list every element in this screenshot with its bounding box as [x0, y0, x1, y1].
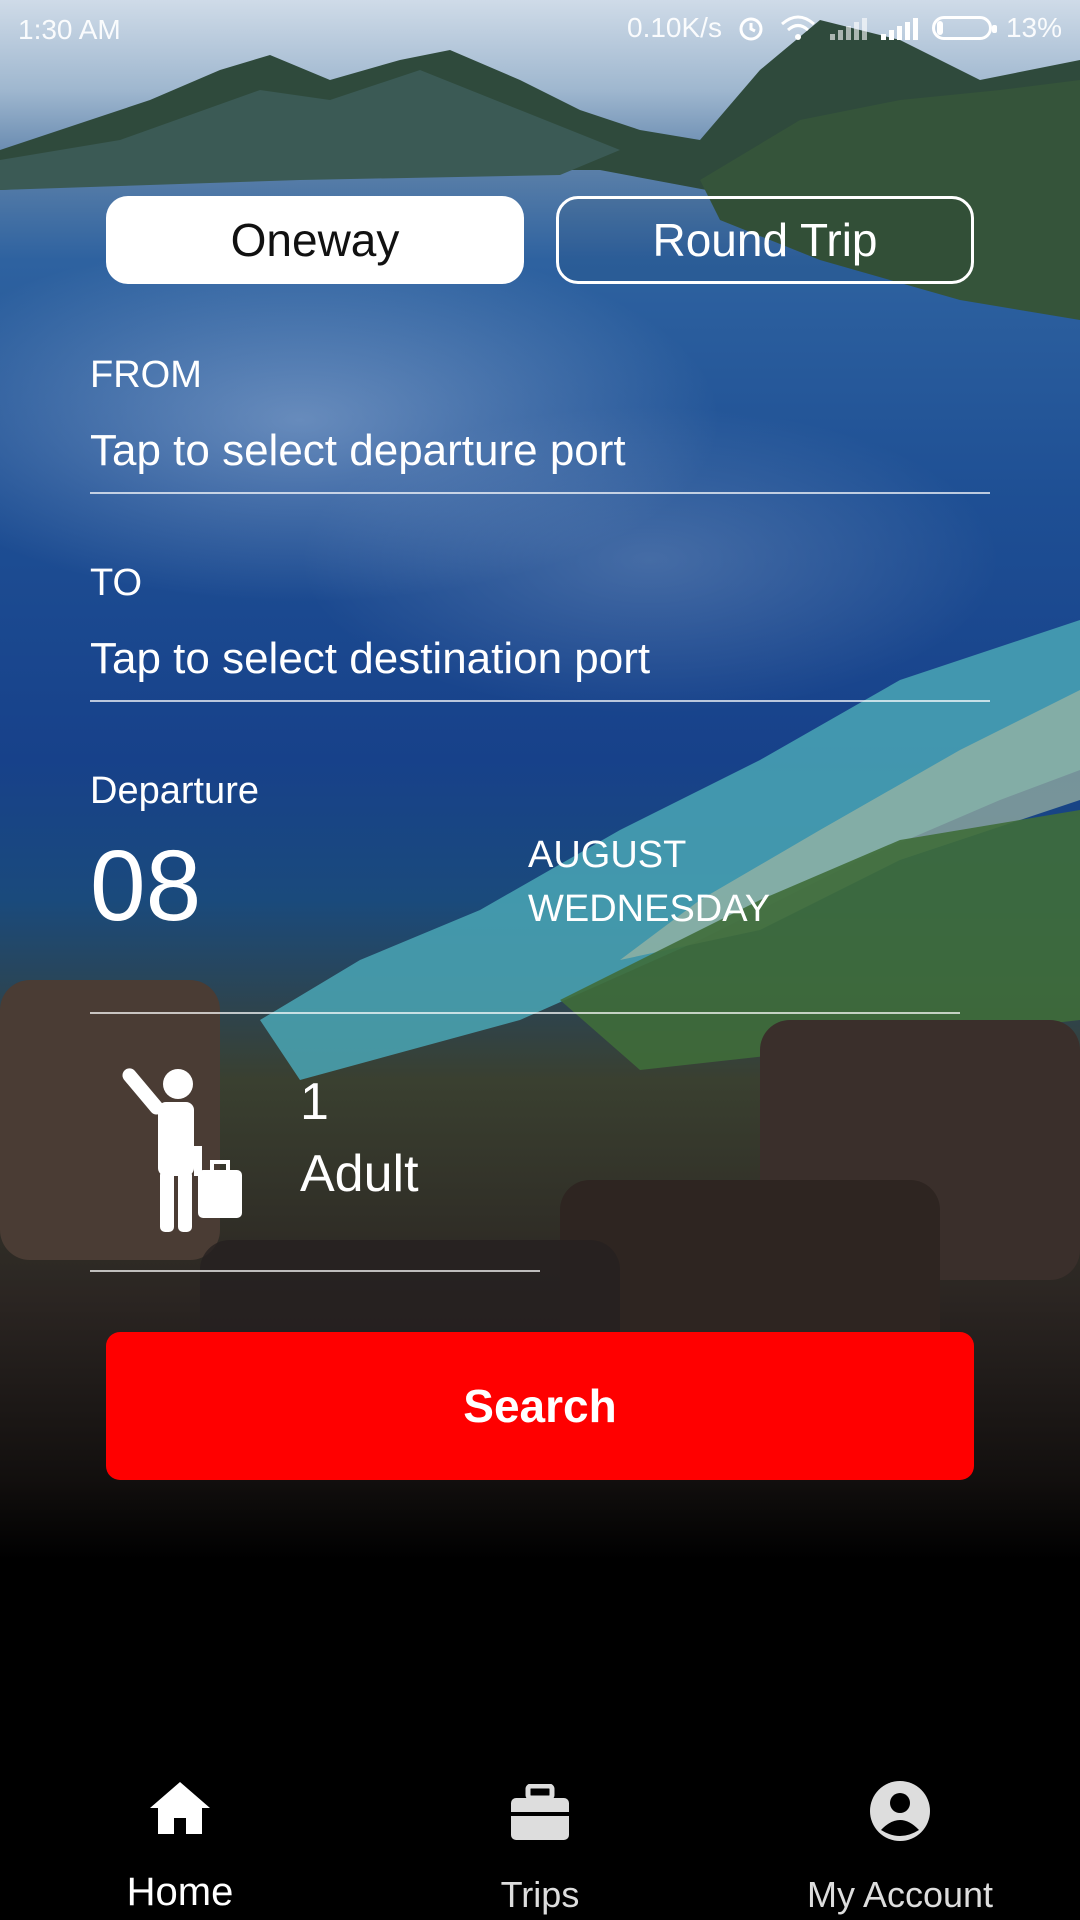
departure-month: AUGUST	[528, 834, 687, 876]
home-icon	[150, 1782, 210, 1834]
passenger-type: Adult	[300, 1145, 419, 1203]
departure-weekday: WEDNESDAY	[528, 888, 771, 930]
status-icons: 0.10K/s 13%	[627, 12, 1062, 44]
network-speed: 0.10K/s	[627, 12, 722, 43]
nav-my-account[interactable]: My Account	[720, 1740, 1080, 1920]
signal-icon	[829, 16, 867, 40]
destination-port-field[interactable]: Tap to select destination port	[90, 634, 650, 684]
departure-day: 08	[90, 830, 202, 942]
departure-divider	[90, 1012, 960, 1014]
nav-home-label: Home	[126, 1870, 234, 1914]
from-divider	[90, 492, 990, 494]
battery-icon	[931, 16, 997, 40]
nav-home[interactable]: Home	[0, 1740, 360, 1920]
departure-port-field[interactable]: Tap to select departure port	[90, 426, 626, 476]
signal-icon	[880, 16, 918, 40]
nav-trips[interactable]: Trips	[360, 1740, 720, 1920]
account-icon	[870, 1781, 930, 1841]
to-label: TO	[90, 562, 143, 604]
status-time: 1:30 AM	[18, 14, 121, 45]
alarm-icon	[739, 17, 763, 41]
background-photo	[0, 0, 1080, 1920]
nav-trips-label: Trips	[500, 1874, 580, 1915]
status-bar: 1:30 AM 0.10K/s 13%	[0, 0, 1080, 60]
passenger-divider	[90, 1270, 540, 1272]
from-label: FROM	[90, 354, 202, 396]
oneway-tab[interactable]: Oneway	[106, 196, 524, 284]
nav-account-label: My Account	[806, 1874, 994, 1915]
traveler-luggage-icon	[122, 1068, 242, 1232]
wifi-icon	[780, 15, 815, 40]
battery-level: 13%	[1005, 12, 1062, 43]
departure-label: Departure	[90, 770, 259, 812]
round-trip-tab[interactable]: Round Trip	[556, 196, 974, 284]
bottom-navigation: Home Trips My Account	[0, 1740, 1080, 1920]
search-button[interactable]: Search	[106, 1332, 974, 1480]
to-divider	[90, 700, 990, 702]
passenger-count: 1	[300, 1073, 329, 1131]
briefcase-icon	[511, 1784, 569, 1840]
